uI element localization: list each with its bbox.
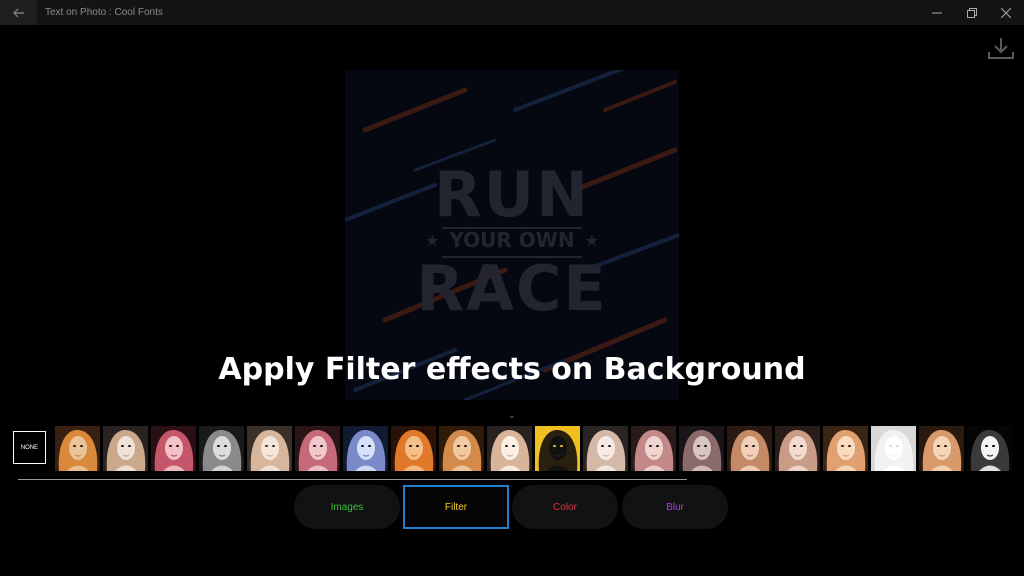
filter-thumbnail-pale[interactable] bbox=[583, 426, 628, 471]
tab-color[interactable]: Color bbox=[512, 485, 618, 529]
poster-text-run: RUN bbox=[434, 158, 590, 231]
tab-blur-label: Blur bbox=[666, 501, 684, 513]
close-button[interactable] bbox=[989, 0, 1023, 25]
portrait-thumbnail-image bbox=[247, 426, 292, 471]
restore-icon bbox=[967, 7, 977, 18]
collapse-caret-icon[interactable]: ⌄ bbox=[508, 411, 516, 421]
restore-button[interactable] bbox=[955, 0, 989, 25]
portrait-thumbnail-image bbox=[391, 426, 436, 471]
minimize-icon bbox=[932, 12, 942, 13]
filter-thumbnail-cool[interactable] bbox=[343, 426, 388, 471]
tab-filter[interactable]: Filter bbox=[403, 485, 509, 529]
back-button[interactable] bbox=[0, 0, 37, 25]
filter-thumbnail-invert[interactable] bbox=[535, 426, 580, 471]
filter-thumbnail-dusk[interactable] bbox=[679, 426, 724, 471]
portrait-thumbnail-image bbox=[727, 426, 772, 471]
filter-strip: NONE bbox=[0, 425, 1024, 472]
download-button[interactable] bbox=[984, 34, 1018, 64]
filter-thumbnail-mono[interactable] bbox=[199, 426, 244, 471]
filter-thumbnail-bright[interactable] bbox=[487, 426, 532, 471]
feature-headline: Apply Filter effects on Background bbox=[218, 352, 806, 387]
filter-thumbnail-natural[interactable] bbox=[727, 426, 772, 471]
portrait-thumbnail-image bbox=[343, 426, 388, 471]
minimize-button[interactable] bbox=[920, 0, 954, 25]
portrait-thumbnail-image bbox=[823, 426, 868, 471]
filter-thumbnail-glow[interactable] bbox=[823, 426, 868, 471]
portrait-thumbnail-image bbox=[103, 426, 148, 471]
portrait-thumbnail-image bbox=[871, 426, 916, 471]
filter-thumbnail-amber[interactable] bbox=[439, 426, 484, 471]
close-icon bbox=[1001, 7, 1011, 18]
filter-thumbnail-vivid[interactable] bbox=[391, 426, 436, 471]
portrait-thumbnail-image bbox=[487, 426, 532, 471]
portrait-thumbnail-image bbox=[631, 426, 676, 471]
filter-none-tile[interactable]: NONE bbox=[13, 431, 46, 464]
filter-strip-divider bbox=[18, 479, 687, 480]
portrait-thumbnail-image bbox=[919, 426, 964, 471]
portrait-thumbnail-image bbox=[583, 426, 628, 471]
filter-thumbnail-blush[interactable] bbox=[631, 426, 676, 471]
poster-text-race: RACE bbox=[416, 252, 608, 325]
title-bar: Text on Photo : Cool Fonts bbox=[0, 0, 1024, 25]
filter-thumbnail-sun[interactable] bbox=[919, 426, 964, 471]
tab-filter-label: Filter bbox=[444, 501, 468, 513]
filter-thumbnail-sketch[interactable] bbox=[871, 426, 916, 471]
portrait-thumbnail-image bbox=[199, 426, 244, 471]
download-icon bbox=[988, 38, 1014, 59]
portrait-thumbnail-image bbox=[295, 426, 340, 471]
filter-thumbnail-pink[interactable] bbox=[295, 426, 340, 471]
portrait-thumbnail-image bbox=[679, 426, 724, 471]
portrait-thumbnail-image bbox=[439, 426, 484, 471]
tab-color-label: Color bbox=[553, 501, 577, 513]
filter-thumbnail-lift[interactable] bbox=[775, 426, 820, 471]
window-title: Text on Photo : Cool Fonts bbox=[45, 7, 163, 18]
star-icon: ★ bbox=[425, 230, 440, 250]
tab-blur[interactable]: Blur bbox=[622, 485, 728, 529]
portrait-thumbnail-image bbox=[967, 426, 1012, 471]
tab-images[interactable]: Images bbox=[294, 485, 400, 529]
filter-thumbnail-fade[interactable] bbox=[247, 426, 292, 471]
portrait-thumbnail-image bbox=[151, 426, 196, 471]
filter-thumbnail-warm[interactable] bbox=[55, 426, 100, 471]
portrait-thumbnail-image bbox=[775, 426, 820, 471]
portrait-thumbnail-image bbox=[55, 426, 100, 471]
poster-subtitle: YOUR OWN bbox=[449, 228, 575, 252]
star-icon: ★ bbox=[584, 230, 599, 250]
filter-thumbnail-rose[interactable] bbox=[151, 426, 196, 471]
filter-thumbnail-noir[interactable] bbox=[967, 426, 1012, 471]
poster-text-your-own: ★ YOUR OWN ★ bbox=[345, 228, 679, 252]
filter-thumbnail-soft[interactable] bbox=[103, 426, 148, 471]
tab-images-label: Images bbox=[330, 501, 364, 513]
portrait-thumbnail-image bbox=[535, 426, 580, 471]
background-canvas[interactable]: RUN ★ YOUR OWN ★ RACE bbox=[345, 70, 679, 400]
back-arrow-icon bbox=[12, 8, 24, 17]
